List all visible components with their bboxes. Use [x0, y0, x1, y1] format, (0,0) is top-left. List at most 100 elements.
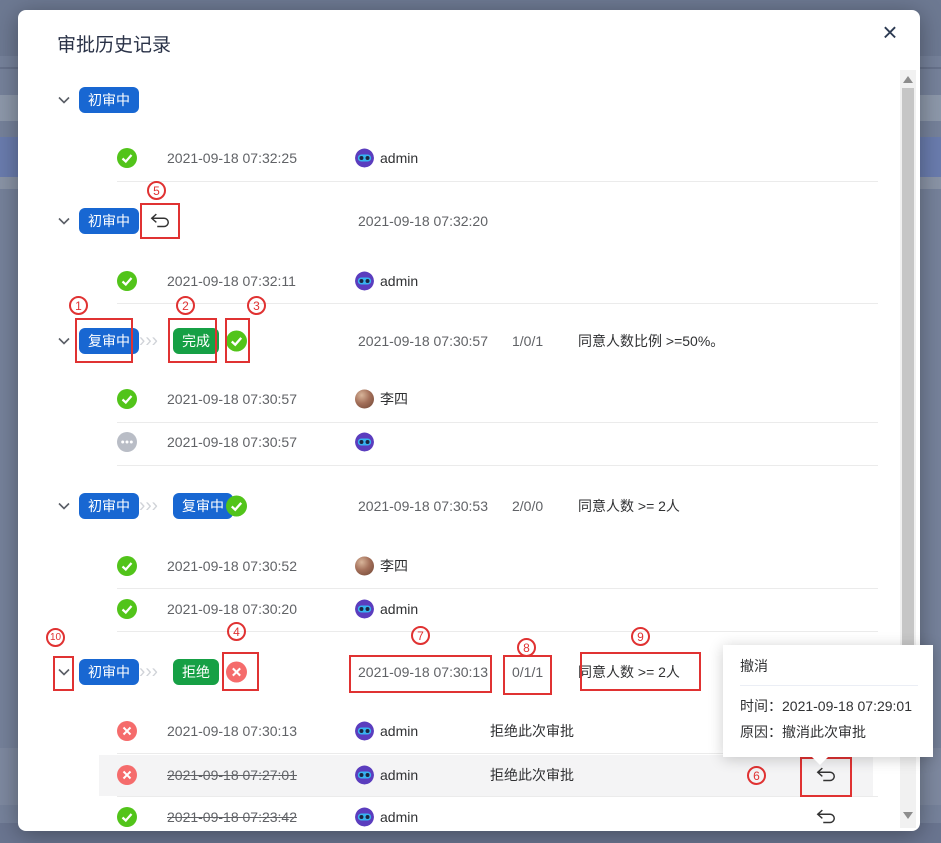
- annotation-circle-8: 8: [517, 638, 536, 657]
- annotation-circle-7: 7: [411, 626, 430, 645]
- chevron-down-icon[interactable]: [57, 214, 71, 228]
- tooltip-title: 撤消: [740, 656, 918, 685]
- entry-header: 初审中 ››› 复审中 2021-09-18 07:30:53 2/0/0 同意…: [18, 492, 920, 520]
- undo-icon[interactable]: [815, 806, 837, 828]
- record-row: 2021-09-18 07:23:42 admin: [18, 803, 920, 831]
- annotation-circle-1: 1: [69, 296, 88, 315]
- record-time: 2021-09-18 07:30:52: [167, 558, 297, 574]
- avatar: [355, 766, 374, 785]
- pending-dots-icon: [117, 432, 137, 452]
- annotation-circle-2: 2: [176, 296, 195, 315]
- record-user: 李四: [380, 389, 408, 409]
- record-time: 2021-09-18 07:30:57: [167, 391, 297, 407]
- avatar: [355, 557, 374, 576]
- annotation-box-7: [349, 655, 492, 693]
- flow-arrows-icon: ›››: [139, 663, 158, 682]
- entry-header: 复审中 ››› 完成 2021-09-18 07:30:57 1/0/1 同意人…: [18, 327, 920, 355]
- approved-check-icon: [117, 271, 137, 291]
- modal-title: 审批历史记录: [57, 30, 171, 57]
- record-time: 2021-09-18 07:27:01: [167, 767, 297, 783]
- approved-check-icon: [117, 389, 137, 409]
- avatar: [355, 149, 374, 168]
- record-comment: 拒绝此次审批: [490, 721, 574, 741]
- annotation-box-1: [75, 318, 133, 363]
- divider: [117, 465, 878, 466]
- tooltip-time-label: 时间：: [740, 698, 782, 714]
- record-time: 2021-09-18 07:30:13: [167, 723, 297, 739]
- approved-check-icon: [117, 148, 137, 168]
- entry-header: 初审中: [18, 86, 920, 114]
- approved-check-icon: [117, 807, 137, 827]
- approved-check-icon: [117, 599, 137, 619]
- annotation-circle-4: 4: [227, 622, 246, 641]
- close-icon[interactable]: ×: [874, 16, 906, 48]
- entry-time: 2021-09-18 07:30:57: [358, 333, 488, 349]
- tooltip-arrow: [812, 757, 828, 765]
- approval-rule: 同意人数比例 >=50%。: [578, 331, 724, 351]
- record-user: admin: [380, 809, 418, 825]
- vote-counts: 1/0/1: [512, 333, 543, 349]
- record-user: admin: [380, 150, 418, 166]
- record-user: admin: [380, 723, 418, 739]
- record-user: admin: [380, 273, 418, 289]
- record-row: 2021-09-18 07:27:01 admin 拒绝此次审批: [18, 761, 920, 789]
- annotation-box-2: [168, 318, 217, 363]
- record-row: 2021-09-18 07:30:20 admin: [18, 595, 920, 623]
- status-badge: 拒绝: [173, 659, 219, 685]
- status-badge: 初审中: [79, 493, 139, 519]
- rejected-x-icon: [117, 765, 137, 785]
- tooltip-reason-value: 撤消此次审批: [782, 724, 866, 740]
- chevron-down-icon[interactable]: [57, 499, 71, 513]
- flow-arrows-icon: ›››: [139, 497, 158, 516]
- approved-check-icon: [226, 496, 247, 517]
- divider: [117, 588, 878, 589]
- divider: [117, 181, 878, 182]
- scrollbar-up-arrow-icon[interactable]: [903, 76, 913, 83]
- avatar: [355, 722, 374, 741]
- flow-arrows-icon: ›››: [139, 332, 158, 351]
- avatar: [355, 390, 374, 409]
- rejected-x-icon: [117, 721, 137, 741]
- annotation-circle-6: 6: [747, 766, 766, 785]
- chevron-down-icon[interactable]: [57, 93, 71, 107]
- status-badge: 初审中: [79, 87, 139, 113]
- record-user: admin: [380, 767, 418, 783]
- avatar: [355, 808, 374, 827]
- vote-counts: 2/0/0: [512, 498, 543, 514]
- record-row: 2021-09-18 07:32:25 admin: [18, 144, 920, 172]
- record-comment: 拒绝此次审批: [490, 765, 574, 785]
- annotation-box-5: [140, 203, 180, 239]
- tooltip-reason-row: 原因：撤消此次审批: [740, 719, 918, 745]
- undo-tooltip: 撤消 时间：2021-09-18 07:29:01 原因：撤消此次审批: [723, 645, 933, 757]
- tooltip-time-value: 2021-09-18 07:29:01: [782, 698, 912, 714]
- annotation-circle-5: 5: [147, 181, 166, 200]
- annotation-box-3: [225, 318, 250, 363]
- record-time: 2021-09-18 07:32:11: [167, 273, 296, 289]
- divider: [117, 422, 878, 423]
- record-time: 2021-09-18 07:23:42: [167, 809, 297, 825]
- record-user: admin: [380, 601, 418, 617]
- annotation-box-9: [580, 652, 701, 691]
- chevron-down-icon[interactable]: [57, 334, 71, 348]
- annotation-circle-3: 3: [247, 296, 266, 315]
- status-badge: 复审中: [173, 493, 233, 519]
- divider: [117, 796, 878, 797]
- record-user: 李四: [380, 556, 408, 576]
- entry-time: 2021-09-18 07:30:53: [358, 498, 488, 514]
- tooltip-time-row: 时间：2021-09-18 07:29:01: [740, 693, 918, 719]
- record-time: 2021-09-18 07:30:57: [167, 434, 297, 450]
- record-row: 2021-09-18 07:30:57 李四: [18, 385, 920, 413]
- record-row: 2021-09-18 07:32:11 admin: [18, 267, 920, 295]
- scrollbar-thumb[interactable]: [902, 88, 914, 645]
- avatar: [355, 600, 374, 619]
- approval-rule: 同意人数 >= 2人: [578, 496, 680, 516]
- annotation-circle-9: 9: [631, 627, 650, 646]
- annotation-box-8: [503, 655, 552, 695]
- annotation-box-10: [53, 656, 74, 691]
- annotation-box-4: [222, 652, 259, 691]
- entry-time: 2021-09-18 07:32:20: [358, 213, 488, 229]
- approved-check-icon: [117, 556, 137, 576]
- divider: [117, 303, 878, 304]
- record-row: 2021-09-18 07:30:52 李四: [18, 552, 920, 580]
- scrollbar-down-arrow-icon[interactable]: [903, 812, 913, 819]
